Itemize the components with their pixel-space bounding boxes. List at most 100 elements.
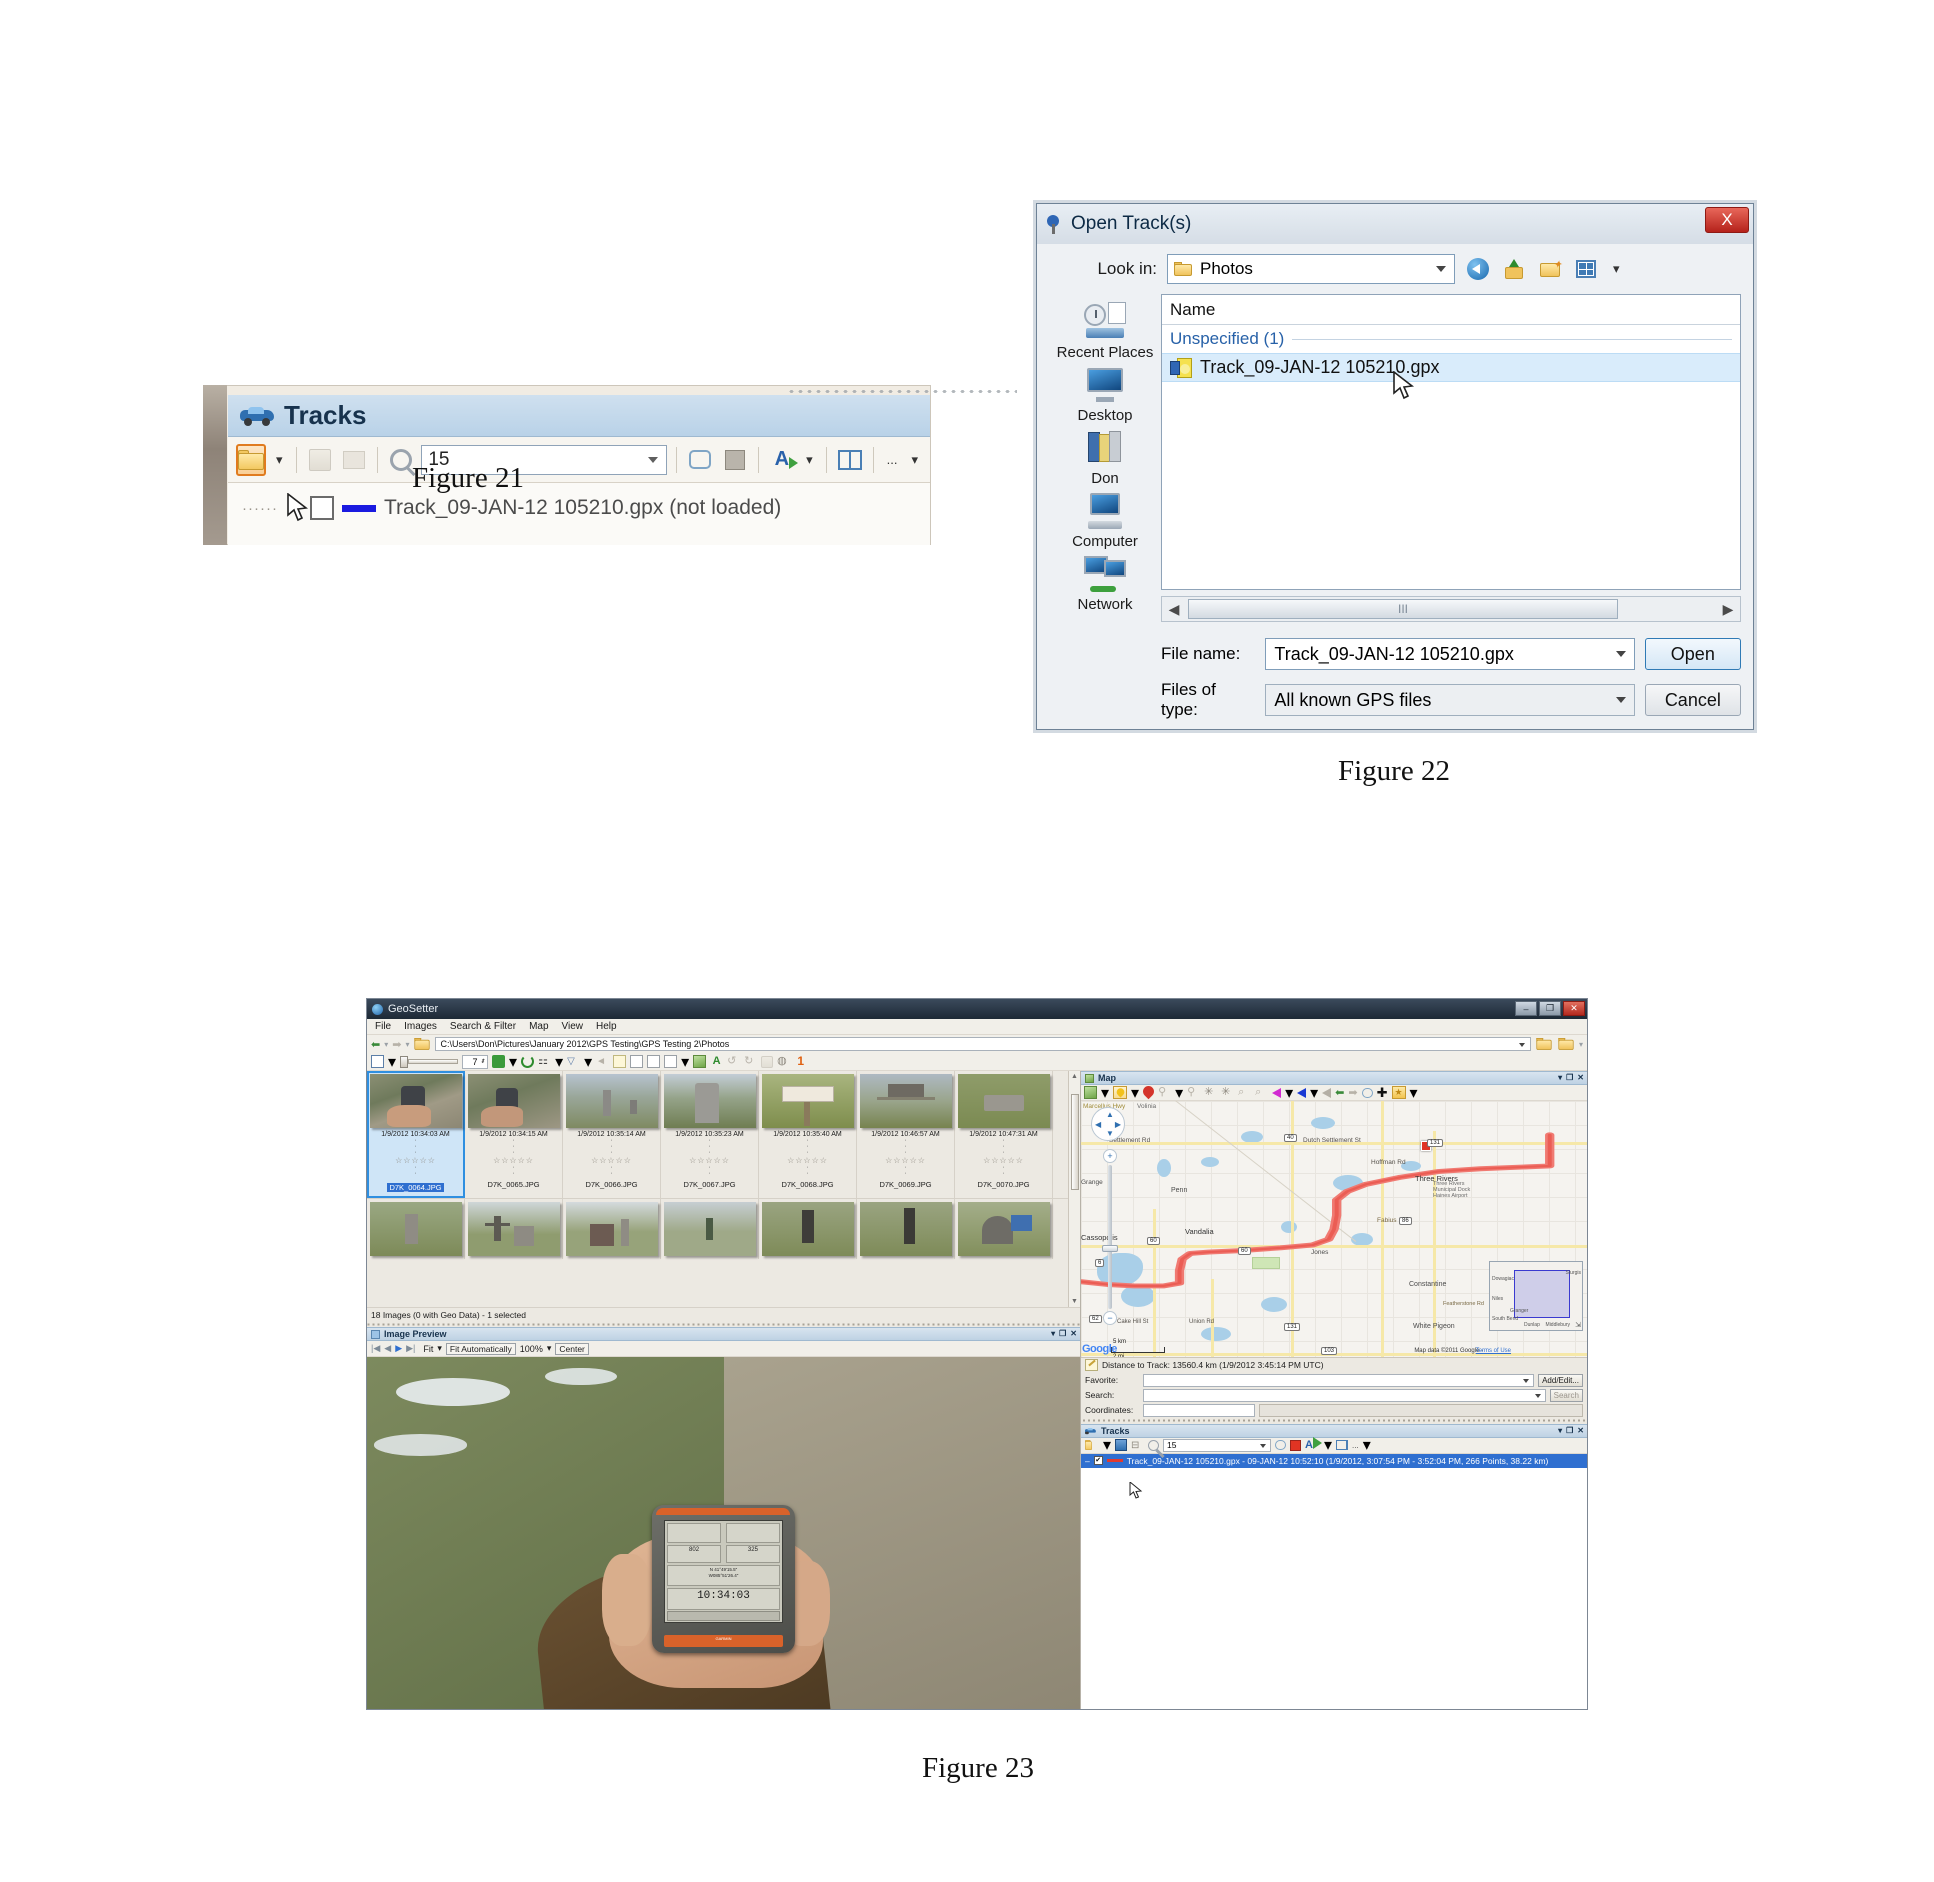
marker-pin-icon[interactable]	[1140, 1083, 1157, 1100]
zoom-in-icon[interactable]: ⌕	[1238, 1086, 1251, 1099]
filter-dropdown-icon[interactable]: ▾	[555, 1052, 563, 1072]
fit-dropdown-icon[interactable]: ▾	[437, 1343, 442, 1354]
columns-button[interactable]	[835, 444, 863, 476]
file-name-input[interactable]: Track_09-JAN-12 105210.gpx	[1265, 638, 1635, 670]
previous-image-dropdown-icon[interactable]: ▾	[1310, 1083, 1318, 1103]
column-header-name[interactable]: Name	[1162, 295, 1740, 325]
open-track-dropdown[interactable]: ▾	[272, 452, 287, 468]
set-position-dropdown-icon[interactable]: ▾	[1131, 1083, 1139, 1103]
menu-search-filter[interactable]: Search & Filter	[450, 1021, 516, 1032]
place-computer[interactable]: Computer	[1049, 491, 1161, 550]
sort-icon[interactable]: ▽	[567, 1055, 580, 1068]
maximize-button[interactable]: ❐	[1539, 1001, 1561, 1016]
search-combo[interactable]	[1143, 1388, 1546, 1402]
sync-with-track-icon[interactable]	[492, 1055, 506, 1068]
panel-close-icon[interactable]: ✕	[1577, 1426, 1584, 1435]
thumbnail-cell[interactable]	[465, 1199, 563, 1259]
menu-view[interactable]: View	[562, 1021, 584, 1032]
views-dropdown[interactable]: ▾	[1609, 261, 1624, 277]
track-color-button[interactable]	[721, 444, 749, 476]
tree-expander[interactable]: –	[1085, 1456, 1090, 1466]
forward-arrow-icon[interactable]: ➡	[392, 1038, 401, 1051]
close-button[interactable]: ✕	[1563, 1001, 1585, 1016]
panel-maximize-icon[interactable]: ❐	[1566, 1073, 1573, 1082]
thumbnail-cell[interactable]	[661, 1199, 759, 1259]
previous-image-position-icon[interactable]	[1297, 1087, 1307, 1098]
scroll-down-arrow-icon[interactable]: ▼	[1071, 1298, 1078, 1305]
image-preview-canvas[interactable]: 802 325 N 41°49'15.5" W085°51'26.4" 10:3…	[367, 1357, 1080, 1709]
search-icon[interactable]	[1148, 1439, 1160, 1451]
thumbnail-cell[interactable]	[759, 1199, 857, 1259]
next-position-icon[interactable]	[1322, 1087, 1332, 1098]
overview-collapse-icon[interactable]: ⇲	[1575, 1321, 1581, 1329]
deselect-images-icon[interactable]: ✳	[1221, 1086, 1234, 1099]
thumbnail-cell[interactable]: 1/9/2012 10:34:15 AM · · · ☆☆☆☆☆ · · D7K_00…	[465, 1071, 563, 1198]
panel-dropdown-icon[interactable]: ▾	[1558, 1073, 1562, 1082]
add-marker-icon[interactable]: ✚	[1377, 1086, 1388, 1099]
open-button[interactable]: Open	[1644, 638, 1742, 670]
map-pan-control[interactable]: ▲ ▼ ◀ ▶	[1091, 1107, 1125, 1141]
last-image-icon[interactable]: ▶|	[406, 1343, 415, 1354]
open-track-button[interactable]	[236, 443, 266, 476]
terms-of-use-link[interactable]: Terms of Use	[1476, 1348, 1511, 1354]
menu-map[interactable]: Map	[529, 1021, 548, 1032]
address-input[interactable]: C:\Users\Don\Pictures\January 2012\GPS T…	[435, 1037, 1531, 1051]
up-one-level-button[interactable]	[1501, 256, 1527, 282]
sync-dropdown-icon[interactable]: ▾	[509, 1052, 517, 1072]
folder-dropdown-icon[interactable]: ▾	[1579, 1040, 1583, 1049]
search-button[interactable]: Search	[1549, 1388, 1583, 1402]
panel-dropdown-icon[interactable]: ▾	[1558, 1426, 1562, 1435]
views-button[interactable]	[1573, 256, 1599, 282]
filter-icon[interactable]: ⚏	[538, 1055, 551, 1068]
fit-mode-button[interactable]: Fit Automatically	[445, 1342, 516, 1355]
forward-dropdown-icon[interactable]: ▾	[405, 1040, 409, 1049]
favorites-icon[interactable]: ★	[1391, 1086, 1406, 1099]
zoom-out-button[interactable]: −	[1103, 1311, 1117, 1325]
look-in-combo[interactable]: Photos	[1167, 254, 1455, 284]
first-image-icon[interactable]: |◀	[371, 1343, 380, 1354]
thumbnail-cell[interactable]: 1/9/2012 10:35:40 AM · · · ☆☆☆☆☆ · · D7K_00…	[759, 1071, 857, 1198]
new-folder-button[interactable]: ✦	[1537, 256, 1563, 282]
bookmark-folder-icon[interactable]	[1558, 1038, 1574, 1050]
back-dropdown-icon[interactable]: ▾	[384, 1040, 388, 1049]
thumbnail-size-slider[interactable]	[400, 1055, 459, 1068]
track-properties-icon[interactable]: ⊟	[1131, 1439, 1144, 1452]
forward-map-icon[interactable]: ➡	[1348, 1086, 1357, 1099]
zoom-in-button[interactable]: +	[1103, 1149, 1117, 1163]
view-mode-dropdown-icon[interactable]: ▾	[388, 1052, 396, 1072]
track-color-swatch[interactable]	[1290, 1439, 1302, 1451]
place-recent-places[interactable]: Recent Places	[1049, 302, 1161, 361]
place-desktop[interactable]: Desktop	[1049, 365, 1161, 424]
coordinates-input[interactable]	[1143, 1403, 1255, 1417]
file-list-item[interactable]: Track_09-JAN-12 105210.gpx	[1162, 353, 1740, 382]
favorite-combo[interactable]	[1143, 1373, 1535, 1387]
copy-icon[interactable]	[630, 1055, 644, 1068]
save-track-button[interactable]	[305, 444, 333, 476]
save-icon[interactable]	[761, 1055, 774, 1068]
map-zoom-slider[interactable]: + −	[1101, 1149, 1118, 1325]
paste-icon[interactable]	[647, 1055, 661, 1068]
open-folder-button-icon[interactable]	[1536, 1038, 1552, 1050]
map-canvas[interactable]: 40 60 60 6 62 131 131 86 217 103 15 12 1…	[1081, 1101, 1587, 1357]
map-type-dropdown-icon[interactable]: ▾	[1101, 1083, 1109, 1103]
paste-special-icon[interactable]	[664, 1055, 678, 1068]
assign-dropdown-icon[interactable]: ▾	[1175, 1083, 1183, 1103]
set-position-icon[interactable]	[1113, 1086, 1128, 1099]
align-button[interactable]: Center	[555, 1342, 589, 1355]
favorites-dropdown-icon[interactable]: ▾	[1410, 1083, 1418, 1103]
paste-dropdown-icon[interactable]: ▾	[681, 1052, 689, 1072]
sync-dropdown-icon[interactable]: ▾	[1324, 1435, 1332, 1455]
tracks-overflow-menu-23[interactable]: ...	[1352, 1441, 1359, 1450]
cancel-button[interactable]: Cancel	[1644, 684, 1742, 716]
columns-icon[interactable]	[1336, 1440, 1349, 1450]
thumbnail-cell[interactable]: 1/9/2012 10:34:03 AM · · · ☆☆☆☆☆ · · D7K_00…	[367, 1071, 465, 1198]
tracks-overflow-chevron[interactable]: ▾	[908, 452, 923, 468]
map-assign-icon[interactable]	[693, 1055, 707, 1068]
back-button[interactable]	[1465, 256, 1491, 282]
panel-close-icon[interactable]: ✕	[1577, 1073, 1584, 1082]
previous-track-point-icon[interactable]	[1272, 1087, 1282, 1098]
thumbnail-cell[interactable]: 1/9/2012 10:35:23 AM · · · ☆☆☆☆☆ · · D7K_00…	[661, 1071, 759, 1198]
tracks-overflow-menu[interactable]: ...	[883, 452, 902, 467]
menu-images[interactable]: Images	[404, 1021, 437, 1032]
previous-image-icon[interactable]: ◀	[384, 1343, 391, 1354]
